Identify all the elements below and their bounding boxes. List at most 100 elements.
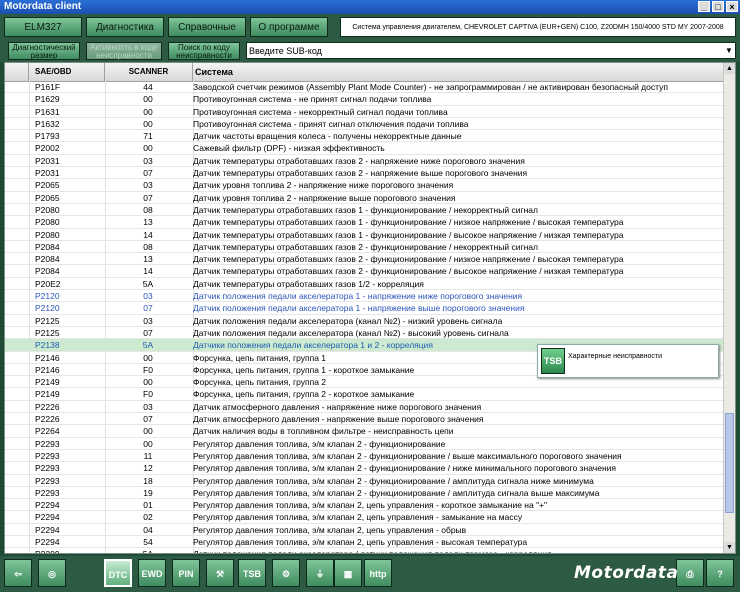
close-icon[interactable]: × — [726, 1, 738, 12]
system-cell: Форсунка, цепь питания, группа 2 - корот… — [193, 389, 415, 400]
table-row[interactable]: P1632 00 Противоугонная система - принят с… — [5, 118, 725, 131]
table-row[interactable]: P2294 02 Регулятор давления топлива, э/м к… — [5, 511, 725, 524]
table-row[interactable]: P2065 07 Датчик уровня топлива 2 - напряже… — [5, 192, 725, 204]
scanner-cell: 03 — [143, 291, 153, 302]
help-icon[interactable]: ? — [706, 559, 734, 587]
diagnostics-button[interactable]: Диагностика — [86, 17, 164, 37]
table-row[interactable]: P2293 19 Регулятор давления топлива, э/м к… — [5, 487, 725, 500]
table-row[interactable]: P1629 00 Противоугонная система - не приня… — [5, 93, 725, 106]
chevron-down-icon[interactable]: ▼ — [723, 43, 735, 58]
code-cell: P2031 — [35, 155, 60, 166]
table-row[interactable]: P1793 71 Датчик частоты вращения колеса - … — [5, 130, 725, 143]
table-row[interactable]: P2226 07 Датчик атмосферного давления - на… — [5, 413, 725, 426]
http-icon[interactable]: http — [364, 559, 392, 587]
table-row[interactable]: P2080 08 Датчик температуры отработавших г… — [5, 204, 725, 217]
elm327-button[interactable]: ELM327 — [4, 17, 82, 37]
scanner-cell: 07 — [143, 414, 153, 425]
scanner-cell: 07 — [143, 192, 153, 203]
header-system[interactable]: Система — [193, 63, 725, 81]
scanner-cell: 19 — [143, 487, 153, 498]
scroll-thumb[interactable] — [725, 413, 734, 513]
table-row[interactable]: P1631 00 Противоугонная система - некоррек… — [5, 106, 725, 118]
fault-activity-button: Активность в коде неисправности — [86, 42, 162, 60]
scanner-cell: 14 — [143, 266, 153, 277]
table-row[interactable]: P2031 03 Датчик температуры отработавших г… — [5, 155, 725, 168]
code-cell: P2226 — [35, 401, 60, 412]
table-row[interactable]: P2002 00 Сажевый фильтр (DPF) - низкая эфф… — [5, 142, 725, 155]
table-row[interactable]: P2293 18 Регулятор давления топлива, э/м к… — [5, 475, 725, 487]
wheel-icon[interactable]: ◎ — [38, 559, 66, 587]
table-row[interactable]: P2084 13 Датчик температуры отработавших г… — [5, 253, 725, 266]
tools-icon[interactable]: ⚒ — [206, 559, 234, 587]
table-row[interactable]: P2065 03 Датчик уровня топлива 2 - напряже… — [5, 179, 725, 192]
table-row[interactable]: P2293 11 Регулятор давления топлива, э/м к… — [5, 450, 725, 463]
pin-data-icon[interactable]: PIN — [172, 559, 200, 587]
code-cell: P2080 — [35, 229, 60, 240]
table-row[interactable]: P2149 F0 Форсунка, цепь питания, группа 2 … — [5, 388, 725, 401]
bottom-toolbar: ⇦ ◎ DTC EWD PIN ⚒ TSB ⚙ ⏚ ▦ http ⎙? Motordata — [0, 556, 740, 592]
table-body: P161F 44 Заводской счетчик режимов (Assemb… — [5, 81, 725, 553]
code-cell: P2149 — [35, 377, 60, 388]
reference-data-button[interactable]: Справочные данные — [168, 17, 246, 52]
code-cell: P2146 — [35, 352, 60, 363]
dtc-icon[interactable]: DTC — [104, 559, 132, 587]
tsb-icon[interactable]: TSB — [541, 348, 565, 374]
back-icon[interactable]: ⇦ — [4, 559, 32, 587]
code-cell: P2293 — [35, 438, 60, 449]
system-cell: Заводской счетчик режимов (Assembly Plan… — [193, 82, 668, 92]
sub-code-combobox[interactable]: Введите SUB-код ▼ — [246, 42, 736, 59]
scroll-down-icon[interactable]: ▼ — [724, 542, 735, 553]
search-code-button[interactable]: Поиск по коду неисправности — [168, 42, 240, 60]
system-cell: Датчик наличия воды в топливном фильтре … — [193, 426, 454, 437]
calculator-icon[interactable]: ▦ — [334, 559, 362, 587]
table-row[interactable]: P2080 13 Датчик температуры отработавших г… — [5, 216, 725, 229]
table-row[interactable]: P2294 54 Регулятор давления топлива, э/м к… — [5, 536, 725, 549]
table-row[interactable]: P2125 07 Датчик положения педали акселерат… — [5, 327, 725, 340]
table-row[interactable]: P2031 07 Датчик температуры отработавших г… — [5, 167, 725, 180]
table-row[interactable]: P2294 01 Регулятор давления топлива, э/м к… — [5, 499, 725, 512]
header-code[interactable]: SAE/OBD — [29, 63, 105, 81]
system-cell: Датчик уровня топлива 2 - напряжение ниж… — [193, 180, 454, 191]
system-cell: Регулятор давления топлива, э/м клапан 2… — [193, 487, 600, 498]
scanner-cell: 03 — [143, 180, 153, 191]
table-row[interactable]: P22995AДатчик положения педали акселерат… — [5, 548, 725, 553]
table-row[interactable]: P2080 14 Датчик температуры отработавших г… — [5, 229, 725, 241]
tsb-icon[interactable]: TSB — [238, 559, 266, 587]
minimize-icon[interactable]: _ — [698, 1, 710, 12]
table-row[interactable]: P2084 08 Датчик температуры отработавших г… — [5, 241, 725, 254]
table-row[interactable]: TSBP212003Датчик положения педали акселе… — [5, 290, 725, 303]
header-flag-column[interactable] — [5, 63, 29, 81]
table-row[interactable]: P2293 12 Регулятор давления топлива, э/м к… — [5, 462, 725, 475]
table-row[interactable]: P2084 14 Датчик температуры отработавших г… — [5, 265, 725, 278]
scroll-up-icon[interactable]: ▲ — [724, 63, 735, 74]
system-cell: Датчик температуры отработавших газов 1 … — [193, 229, 624, 240]
header-scanner[interactable]: SCANNER — [105, 63, 193, 81]
table-row[interactable]: P2125 03 Датчик положения педали акселерат… — [5, 315, 725, 327]
code-cell: P2294 — [35, 512, 60, 523]
maximize-icon[interactable]: □ — [712, 1, 724, 12]
vertical-scrollbar[interactable]: ▲ ▼ — [723, 63, 735, 553]
tsb-tooltip[interactable]: TSB Характерные неисправности — [537, 344, 719, 378]
diag-size-button[interactable]: Диагностический размер — [8, 42, 80, 60]
table-header: SAE/OBD SCANNER Система — [5, 63, 725, 82]
service-icon[interactable]: ⚙ — [272, 559, 300, 587]
system-cell: Датчик температуры отработавших газов 2 … — [193, 241, 538, 252]
scanner-cell: 00 — [143, 377, 153, 388]
plug-icon[interactable]: ⏚ — [306, 559, 334, 587]
code-cell: P1629 — [35, 94, 60, 105]
code-cell: P2138 — [35, 340, 60, 351]
table-row[interactable]: P2226 03 Датчик атмосферного давления - на… — [5, 401, 725, 414]
code-cell: P2293 — [35, 450, 60, 461]
table-row[interactable]: TSBP212007Датчик положения педали акселе… — [5, 302, 725, 315]
code-cell: P2149 — [35, 389, 60, 400]
table-row[interactable]: P2264 00 Датчик наличия воды в топливном ф… — [5, 425, 725, 438]
about-button[interactable]: О программе — [250, 17, 328, 37]
table-row[interactable]: P161F 44 Заводской счетчик режимов (Assemb… — [5, 81, 725, 94]
table-row[interactable]: P2294 04 Регулятор давления топлива, э/м к… — [5, 524, 725, 536]
table-row[interactable]: P2293 00 Регулятор давления топлива, э/м к… — [5, 438, 725, 450]
table-row[interactable]: P20E2 5A Датчик температуры отработавших г… — [5, 278, 725, 291]
print-icon[interactable]: ⎙ — [676, 559, 704, 587]
ewd-icon[interactable]: EWD — [138, 559, 166, 587]
scanner-cell: 12 — [143, 463, 153, 474]
code-cell: P2293 — [35, 487, 60, 498]
